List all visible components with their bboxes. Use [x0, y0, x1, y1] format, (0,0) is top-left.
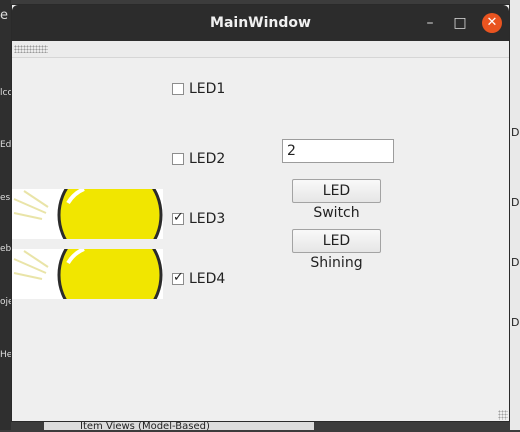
led3-checkbox[interactable]: ✓ LED3	[172, 210, 226, 227]
main-window: MainWindow – □ ✕ LED1 LED2 ✓ LED3 ✓ LED4…	[11, 4, 510, 422]
led-bulb-icon	[12, 249, 163, 299]
led4-image	[12, 249, 163, 299]
background-right-panel	[510, 0, 520, 430]
checkbox-box[interactable]	[172, 153, 184, 165]
check-mark-icon: ✓	[173, 210, 184, 225]
checkbox-label: LED4	[189, 271, 226, 287]
checkbox-box[interactable]	[172, 83, 184, 95]
checkbox-label: LED3	[189, 211, 226, 227]
led2-checkbox[interactable]: LED2	[172, 151, 225, 167]
bg-fragment: e	[0, 8, 8, 23]
led-switch-button[interactable]: LED Switch	[292, 179, 381, 221]
led3-image	[12, 189, 163, 239]
bg-fragment: Ed	[0, 140, 12, 150]
led4-checkbox[interactable]: ✓ LED4	[172, 270, 226, 287]
bg-fragment: D1	[511, 126, 520, 139]
title-bar[interactable]: MainWindow – □ ✕	[12, 5, 509, 41]
bg-fragment: D3	[511, 256, 520, 269]
bg-fragment: eb	[0, 244, 12, 254]
bg-fragment: D4	[511, 316, 520, 329]
minimize-icon[interactable]: –	[420, 13, 440, 33]
checkbox-label: LED1	[189, 81, 226, 97]
led-bulb-icon	[12, 189, 163, 239]
maximize-icon[interactable]: □	[450, 13, 470, 33]
checkbox-label: LED2	[189, 151, 226, 167]
led1-checkbox[interactable]: LED1	[172, 81, 225, 97]
checkbox-box[interactable]: ✓	[172, 210, 184, 225]
led-shining-button[interactable]: LED Shining	[292, 229, 381, 271]
bg-fragment: es	[0, 193, 11, 203]
close-icon[interactable]: ✕	[482, 13, 502, 33]
resize-grip-icon[interactable]	[498, 410, 508, 420]
bg-fragment: D2	[511, 196, 520, 209]
checkbox-box[interactable]: ✓	[172, 270, 184, 285]
bg-fragment: Item Views (Model-Based)	[80, 421, 210, 432]
toolbar	[12, 41, 509, 58]
check-mark-icon: ✓	[173, 270, 184, 285]
led-number-input[interactable]: 2	[282, 139, 394, 163]
toolbar-grip-icon[interactable]	[14, 45, 48, 53]
background-left-panel	[0, 0, 11, 430]
